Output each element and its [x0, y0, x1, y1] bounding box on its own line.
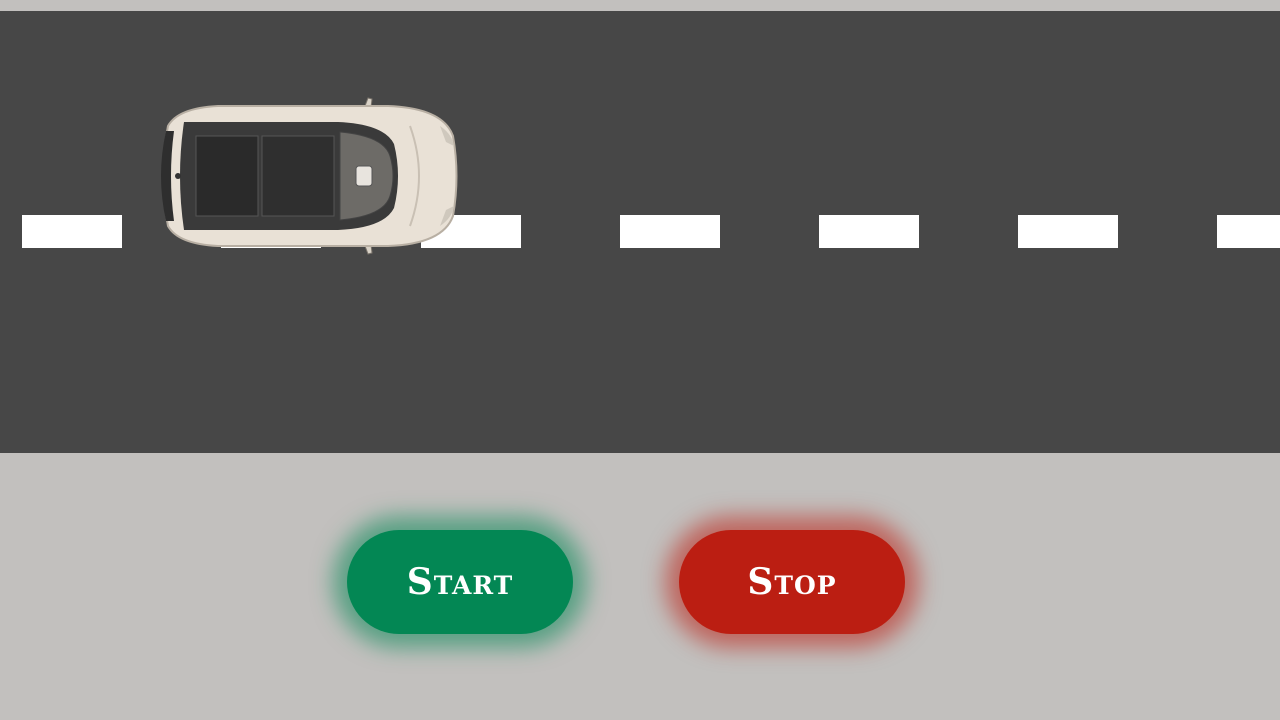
car-icon	[161, 97, 458, 255]
lane-marking	[819, 215, 919, 248]
lane-marking	[22, 215, 122, 248]
game-stage: Start Stop	[0, 0, 1280, 720]
lane-marking	[620, 215, 720, 248]
start-button[interactable]: Start	[347, 530, 573, 634]
stop-button[interactable]: Stop	[679, 530, 905, 634]
lane-marking	[1018, 215, 1118, 248]
lane-marking	[1217, 215, 1280, 248]
controls-panel: Start Stop	[0, 453, 1280, 720]
road	[0, 11, 1280, 453]
